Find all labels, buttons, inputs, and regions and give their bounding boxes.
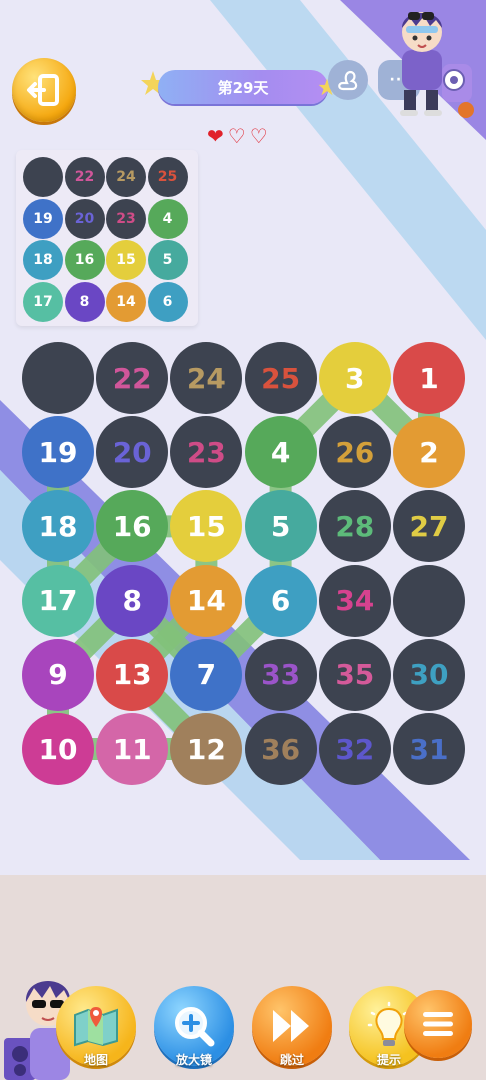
number-cell-8[interactable]: 8 — [96, 564, 169, 637]
map-icon — [74, 1007, 118, 1047]
number-cell-3[interactable]: 3 — [318, 342, 391, 414]
preview-cell: 22 — [64, 157, 105, 197]
number-cell-18[interactable]: 18 — [22, 490, 94, 563]
number-cell-36[interactable]: 36 — [244, 713, 317, 785]
heart-full-icon: ❤ — [207, 124, 224, 148]
number-cell-5[interactable]: 5 — [244, 490, 317, 563]
magnifier-icon — [175, 1007, 215, 1047]
preview-cell: 24 — [106, 157, 146, 197]
skip-label: 跳过 — [279, 1053, 305, 1067]
preview-cell: 16 — [64, 240, 105, 280]
empty-cell[interactable] — [393, 564, 465, 637]
number-cell-6[interactable]: 6 — [244, 564, 317, 637]
number-cell-35[interactable]: 35 — [318, 638, 391, 711]
preview-cell: 4 — [147, 198, 188, 239]
exit-icon — [27, 74, 59, 106]
map-label: 地图 — [83, 1053, 109, 1067]
menu-button[interactable] — [404, 990, 472, 1058]
top-bar: 第29天 ··· — [0, 0, 486, 130]
preview-cell: 20 — [64, 198, 105, 239]
number-cell-26[interactable]: 26 — [318, 416, 391, 489]
number-cell-24[interactable]: 24 — [170, 342, 243, 414]
number-cell-14[interactable]: 14 — [170, 564, 243, 637]
preview-cell: 19 — [23, 198, 63, 239]
empty-cell[interactable] — [22, 342, 94, 414]
map-button[interactable]: 地图 — [56, 986, 136, 1067]
number-cell-30[interactable]: 30 — [393, 638, 465, 711]
preview-cell: 18 — [23, 240, 63, 280]
exit-button[interactable] — [12, 58, 76, 122]
outfit-icon — [338, 70, 358, 91]
heart-empty-icon: ♡ — [227, 124, 246, 148]
magnifier-label: 放大镜 — [175, 1053, 213, 1067]
preview-cell: 23 — [106, 198, 146, 239]
menu-icon — [423, 1012, 453, 1036]
preview-cell: 6 — [147, 281, 188, 322]
fast-forward-icon — [273, 1010, 309, 1042]
number-cell-9[interactable]: 9 — [22, 638, 94, 711]
number-cell-4[interactable]: 4 — [244, 416, 317, 489]
preview-cell: 15 — [106, 240, 146, 280]
number-cell-28[interactable]: 28 — [318, 490, 391, 563]
lives-indicator: ❤ ♡ ♡ — [207, 125, 268, 147]
preview-cell: 8 — [64, 281, 105, 322]
number-cell-32[interactable]: 32 — [318, 713, 391, 785]
number-cell-19[interactable]: 19 — [22, 416, 94, 489]
preview-cell: 5 — [147, 240, 188, 280]
number-cell-34[interactable]: 34 — [318, 564, 391, 637]
preview-panel: 22 24 25 19 20 23 4 18 16 15 5 17 8 14 6 — [16, 150, 198, 326]
preview-cell — [23, 157, 63, 197]
level-title: 第29天 — [158, 70, 328, 104]
number-cell-13[interactable]: 13 — [96, 638, 169, 711]
number-cell-12[interactable]: 12 — [170, 713, 243, 785]
number-cell-31[interactable]: 31 — [393, 713, 465, 785]
number-cell-33[interactable]: 33 — [244, 638, 317, 711]
number-cell-7[interactable]: 7 — [170, 638, 243, 711]
heart-empty-icon: ♡ — [249, 124, 268, 148]
number-cell-1[interactable]: 1 — [393, 342, 465, 414]
skin-button[interactable] — [328, 60, 368, 100]
number-cell-20[interactable]: 20 — [96, 416, 169, 489]
number-cell-23[interactable]: 23 — [170, 416, 243, 489]
number-cell-16[interactable]: 16 — [96, 490, 169, 563]
number-cell-2[interactable]: 2 — [393, 416, 465, 489]
number-cell-10[interactable]: 10 — [22, 713, 94, 785]
magnifier-button[interactable]: 放大镜 — [154, 986, 234, 1067]
number-cell-11[interactable]: 11 — [96, 713, 169, 785]
number-cell-15[interactable]: 15 — [170, 490, 243, 563]
number-cell-17[interactable]: 17 — [22, 564, 94, 637]
preview-cell: 17 — [23, 281, 63, 322]
hint-label: 提示 — [376, 1053, 402, 1067]
number-cell-22[interactable]: 22 — [96, 342, 169, 414]
skip-button[interactable]: 跳过 — [252, 986, 332, 1067]
character-avatar — [400, 12, 474, 118]
preview-cell: 14 — [106, 281, 146, 322]
number-cell-25[interactable]: 25 — [244, 342, 317, 414]
preview-cell: 25 — [147, 157, 188, 197]
number-cell-27[interactable]: 27 — [393, 490, 465, 563]
